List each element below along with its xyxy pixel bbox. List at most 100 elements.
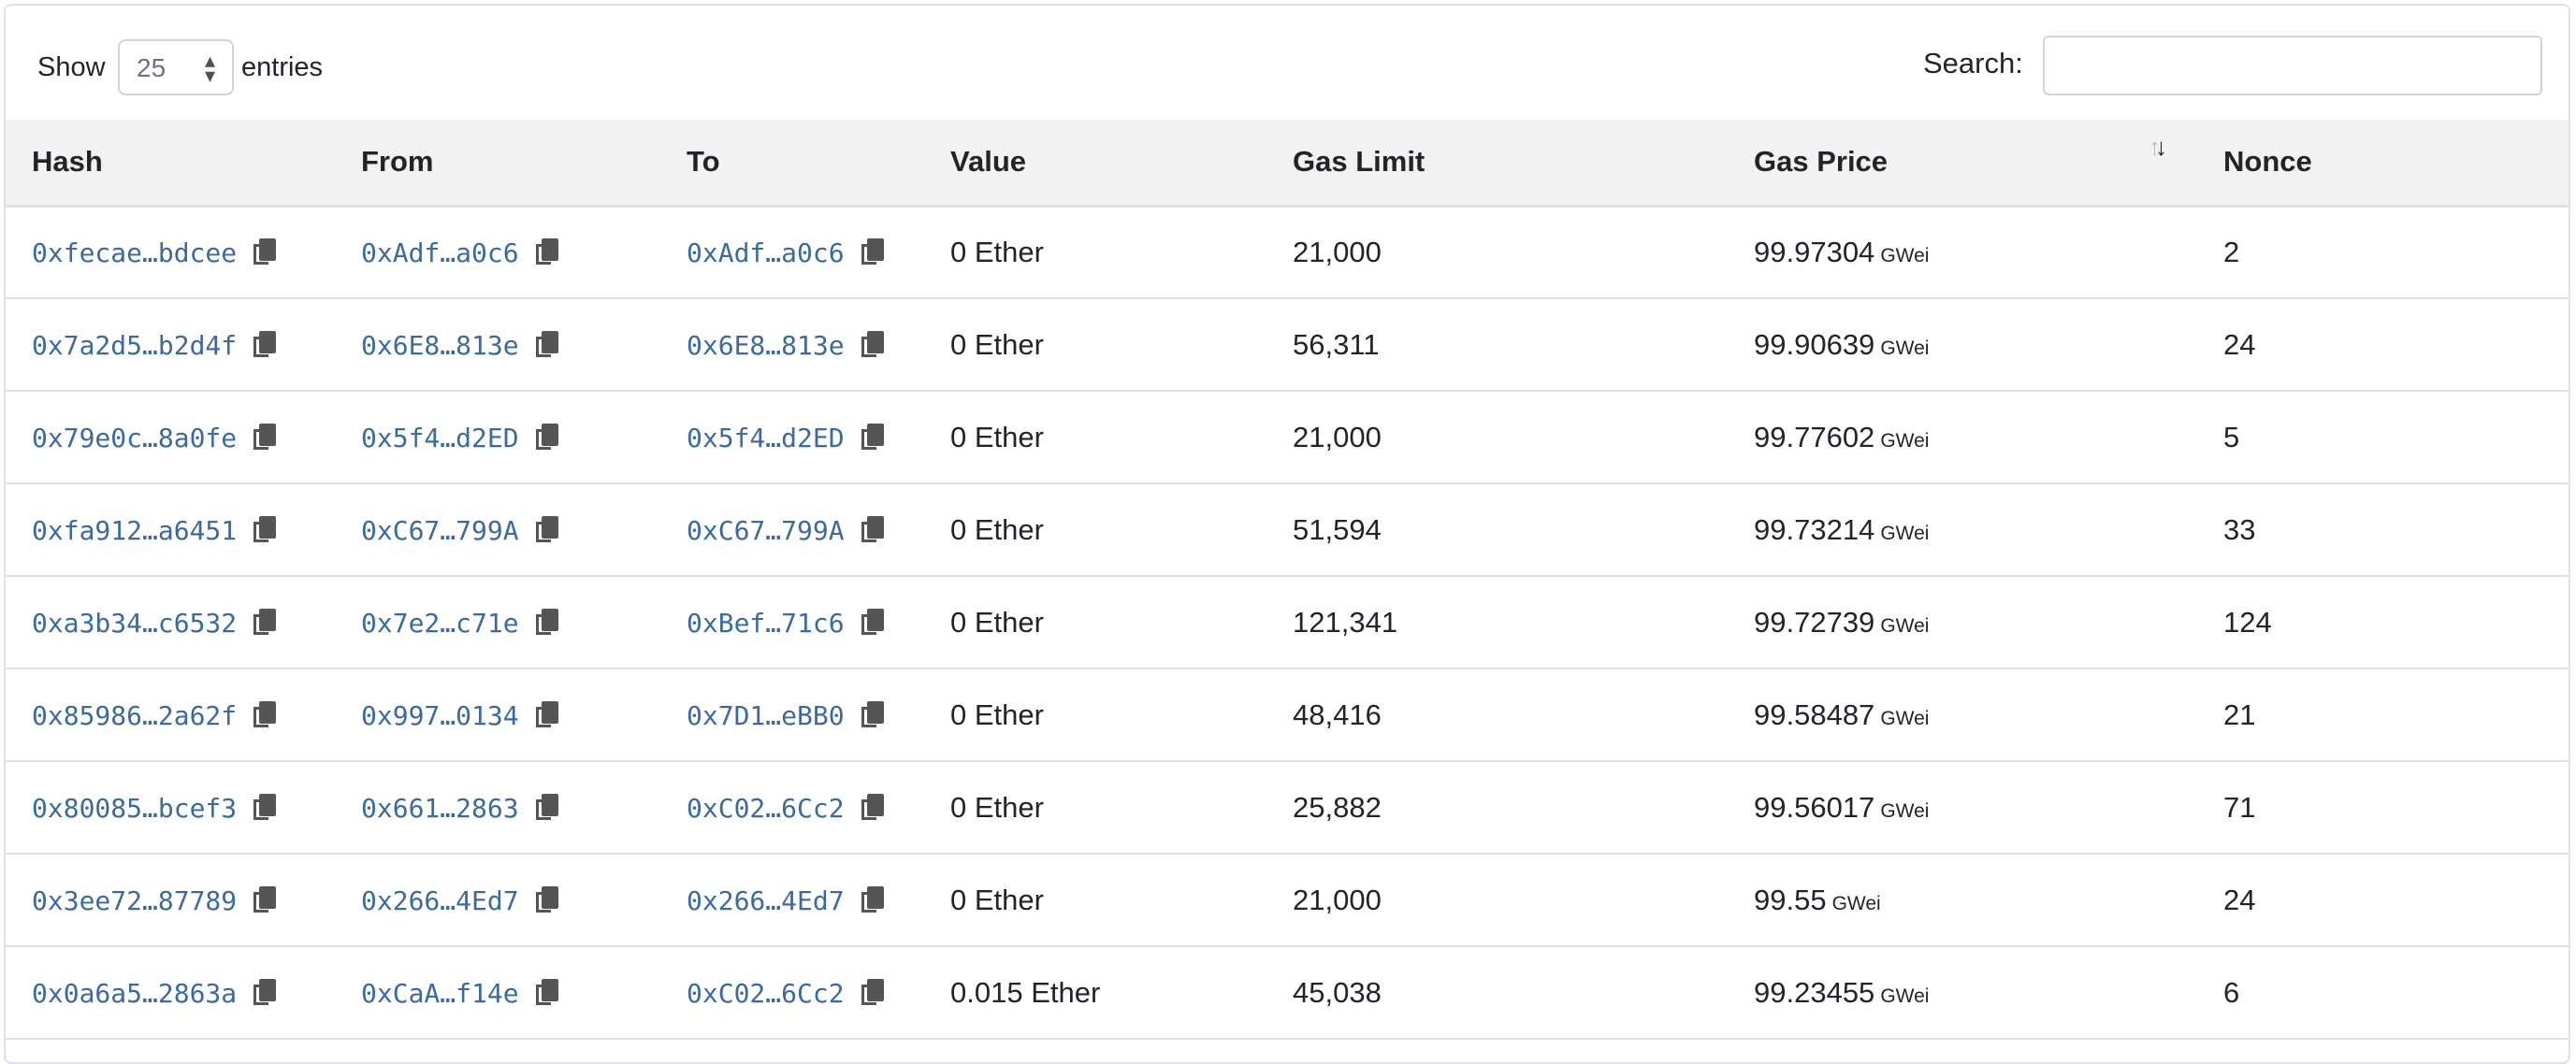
cell-to: 0xC67…799A xyxy=(660,483,924,577)
copy-icon[interactable] xyxy=(253,515,277,544)
column-header-hash[interactable]: Hash xyxy=(6,120,335,208)
copy-icon[interactable] xyxy=(535,885,558,914)
copy-icon[interactable] xyxy=(535,608,558,637)
copy-icon[interactable] xyxy=(253,423,277,452)
copy-icon[interactable] xyxy=(535,237,558,266)
table-header-row: Hash From To Value Gas Limit Gas Price ↑… xyxy=(6,120,2569,208)
cell-gas-price: 99.77602 GWei xyxy=(1728,391,2197,484)
tx-hash-link[interactable]: 0x85986…2a62f xyxy=(32,700,237,731)
cell-hash: 0xfecae…bdcee xyxy=(6,206,335,299)
copy-icon[interactable] xyxy=(535,978,558,1007)
cell-value: 0 Ether xyxy=(924,854,1266,947)
tx-hash-link[interactable]: 0xfecae…bdcee xyxy=(32,237,237,268)
copy-icon[interactable] xyxy=(535,423,558,452)
tx-hash-link[interactable]: 0x80085…bcef3 xyxy=(32,793,237,824)
cell-from: 0xCaA…f14e xyxy=(335,946,660,1040)
column-header-from[interactable]: From xyxy=(335,120,660,208)
from-address-link[interactable]: 0x7e2…c71e xyxy=(361,608,519,639)
column-header-gas-price-label: Gas Price xyxy=(1754,145,1889,179)
cell-from: 0x997…0134 xyxy=(335,669,660,762)
cell-value: 0 Ether xyxy=(924,669,1266,762)
from-address-link[interactable]: 0x661…2863 xyxy=(361,793,519,824)
to-address-link[interactable]: 0x266…4Ed7 xyxy=(687,885,845,916)
column-header-nonce[interactable]: Nonce xyxy=(2197,120,2569,208)
cell-gas-price: 99.23455 GWei xyxy=(1728,946,2197,1040)
to-address-link[interactable]: 0x5f4…d2ED xyxy=(687,423,845,453)
tx-hash-link[interactable]: 0x79e0c…8a0fe xyxy=(32,423,237,453)
copy-icon[interactable] xyxy=(253,330,277,359)
gas-unit-label: GWei xyxy=(1880,244,1930,266)
copy-icon[interactable] xyxy=(861,515,884,544)
table-row: 0x0a6a5…2863a 0xCaA…f14e 0xC02…6Cc2 0.015 E… xyxy=(6,946,2569,1040)
copy-icon[interactable] xyxy=(861,608,884,637)
from-address-link[interactable]: 0x266…4Ed7 xyxy=(361,885,519,916)
gas-unit-label: GWei xyxy=(1880,429,1930,452)
from-address-link[interactable]: 0x5f4…d2ED xyxy=(361,423,519,453)
copy-icon[interactable] xyxy=(253,237,277,266)
gas-unit-label: GWei xyxy=(1880,614,1930,637)
cell-nonce: 2 xyxy=(2197,206,2569,299)
column-header-gas-price[interactable]: Gas Price ↑↓ xyxy=(1728,120,2197,208)
to-address-link[interactable]: 0xC67…799A xyxy=(687,515,845,546)
sort-arrows-icon: ↑↓ xyxy=(2149,133,2167,161)
table-row: 0xfecae…bdcee 0xAdf…a0c6 0xAdf…a0c6 0 Ether… xyxy=(6,206,2569,299)
cell-gas-price: 99.55 GWei xyxy=(1728,854,2197,947)
to-address-link[interactable]: 0xBef…71c6 xyxy=(687,608,845,639)
column-header-gas-limit[interactable]: Gas Limit xyxy=(1266,120,1728,208)
to-address-link[interactable]: 0x6E8…813e xyxy=(687,330,845,361)
copy-icon[interactable] xyxy=(253,793,277,822)
copy-icon[interactable] xyxy=(535,515,558,544)
cell-nonce: 124 xyxy=(2197,576,2569,669)
table-controls: Show 25 ▴ ▾ entries Search: xyxy=(6,6,2569,120)
copy-icon[interactable] xyxy=(861,885,884,914)
copy-icon[interactable] xyxy=(535,700,558,729)
cell-from: 0x5f4…d2ED xyxy=(335,391,660,484)
gas-price-value: 99.73214 xyxy=(1754,512,1875,546)
copy-icon[interactable] xyxy=(253,608,277,637)
from-address-link[interactable]: 0x6E8…813e xyxy=(361,330,519,361)
cell-value: 0.015 Ether xyxy=(924,946,1266,1040)
from-address-link[interactable]: 0x997…0134 xyxy=(361,700,519,731)
from-address-link[interactable]: 0xCaA…f14e xyxy=(361,978,519,1009)
search-input[interactable] xyxy=(2043,36,2542,95)
from-address-link[interactable]: 0xAdf…a0c6 xyxy=(361,237,519,268)
to-address-link[interactable]: 0xAdf…a0c6 xyxy=(687,237,845,268)
copy-icon[interactable] xyxy=(253,700,277,729)
tx-hash-link[interactable]: 0xfa912…a6451 xyxy=(32,515,237,546)
cell-to: 0x6E8…813e xyxy=(660,298,924,392)
table-row: 0x7a2d5…b2d4f 0x6E8…813e 0x6E8…813e 0 Ether… xyxy=(6,298,2569,392)
copy-icon[interactable] xyxy=(535,793,558,822)
copy-icon[interactable] xyxy=(861,793,884,822)
column-header-to[interactable]: To xyxy=(660,120,924,208)
gas-unit-label: GWei xyxy=(1880,707,1930,729)
cell-hash: 0x0a6a5…2863a xyxy=(6,946,335,1040)
copy-icon[interactable] xyxy=(253,978,277,1007)
copy-icon[interactable] xyxy=(861,330,884,359)
tx-hash-link[interactable]: 0x0a6a5…2863a xyxy=(32,978,237,1009)
column-header-value[interactable]: Value xyxy=(924,120,1266,208)
to-address-link[interactable]: 0xC02…6Cc2 xyxy=(687,978,845,1009)
gas-unit-label: GWei xyxy=(1880,799,1930,822)
copy-icon[interactable] xyxy=(253,885,277,914)
to-address-link[interactable]: 0xC02…6Cc2 xyxy=(687,793,845,824)
cell-gas-limit: 51,594 xyxy=(1266,483,1728,577)
cell-hash: 0x3ee72…87789 xyxy=(6,854,335,947)
copy-icon[interactable] xyxy=(861,423,884,452)
cell-value: 0 Ether xyxy=(924,576,1266,669)
to-address-link[interactable]: 0x7D1…eBB0 xyxy=(687,700,845,731)
tx-hash-link[interactable]: 0x3ee72…87789 xyxy=(32,885,237,916)
copy-icon[interactable] xyxy=(861,700,884,729)
gas-unit-label: GWei xyxy=(1880,522,1930,544)
page-length-select[interactable]: 25 ▴ ▾ xyxy=(118,39,234,95)
cell-gas-price: 99.73214 GWei xyxy=(1728,483,2197,577)
copy-icon[interactable] xyxy=(861,237,884,266)
tx-hash-link[interactable]: 0xa3b34…c6532 xyxy=(32,608,237,639)
table-row: 0xfa912…a6451 0xC67…799A 0xC67…799A 0 Ether… xyxy=(6,483,2569,577)
cell-gas-price: 99.97304 GWei xyxy=(1728,206,2197,299)
from-address-link[interactable]: 0xC67…799A xyxy=(361,515,519,546)
tx-hash-link[interactable]: 0x7a2d5…b2d4f xyxy=(32,330,237,361)
copy-icon[interactable] xyxy=(535,330,558,359)
cell-value: 0 Ether xyxy=(924,483,1266,577)
cell-gas-limit: 48,416 xyxy=(1266,669,1728,762)
copy-icon[interactable] xyxy=(861,978,884,1007)
